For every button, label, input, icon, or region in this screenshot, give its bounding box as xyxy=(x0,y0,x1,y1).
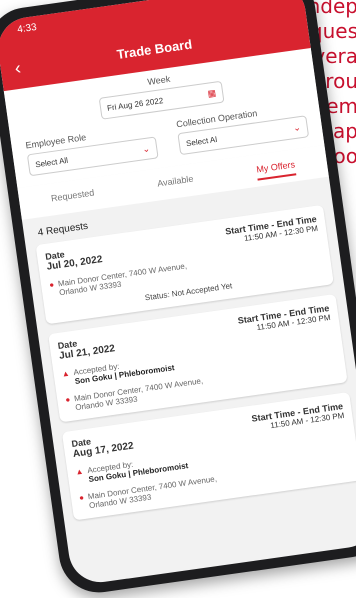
tab-my-offers[interactable]: My Offers xyxy=(256,159,297,180)
collection-operation-value: Select Al xyxy=(185,134,217,147)
location-pin-icon: ● xyxy=(79,493,86,511)
employee-role-filter: Employee Role Select All ⌄ xyxy=(25,123,158,177)
back-chevron-icon[interactable]: ‹ xyxy=(13,55,23,82)
location-pin-icon: ● xyxy=(65,395,72,413)
phone-mockup: 4:33 ‹ Trade Board Week Fri Aug 2 xyxy=(0,0,356,598)
calendar-icon: ▦ xyxy=(207,87,217,99)
status-icons xyxy=(254,0,281,3)
week-value: Fri Aug 26 2022 xyxy=(107,96,164,113)
user-icon: ▲ xyxy=(61,369,70,379)
employee-role-value: Select All xyxy=(35,155,69,168)
tab-requested[interactable]: Requested xyxy=(50,188,95,210)
location-pin-icon: ● xyxy=(49,280,56,298)
tab-available[interactable]: Available xyxy=(157,174,195,195)
chevron-down-icon: ⌄ xyxy=(292,122,301,134)
collection-operation-filter: Collection Operation Select Al ⌄ xyxy=(176,101,309,155)
phone-frame: 4:33 ‹ Trade Board Week Fri Aug 2 xyxy=(0,0,356,598)
page-title: Trade Board xyxy=(116,36,193,61)
user-icon: ▲ xyxy=(75,467,84,477)
chevron-down-icon: ⌄ xyxy=(142,143,151,155)
phone-screen: 4:33 ‹ Trade Board Week Fri Aug 2 xyxy=(0,0,356,586)
status-time: 4:33 xyxy=(17,22,38,37)
